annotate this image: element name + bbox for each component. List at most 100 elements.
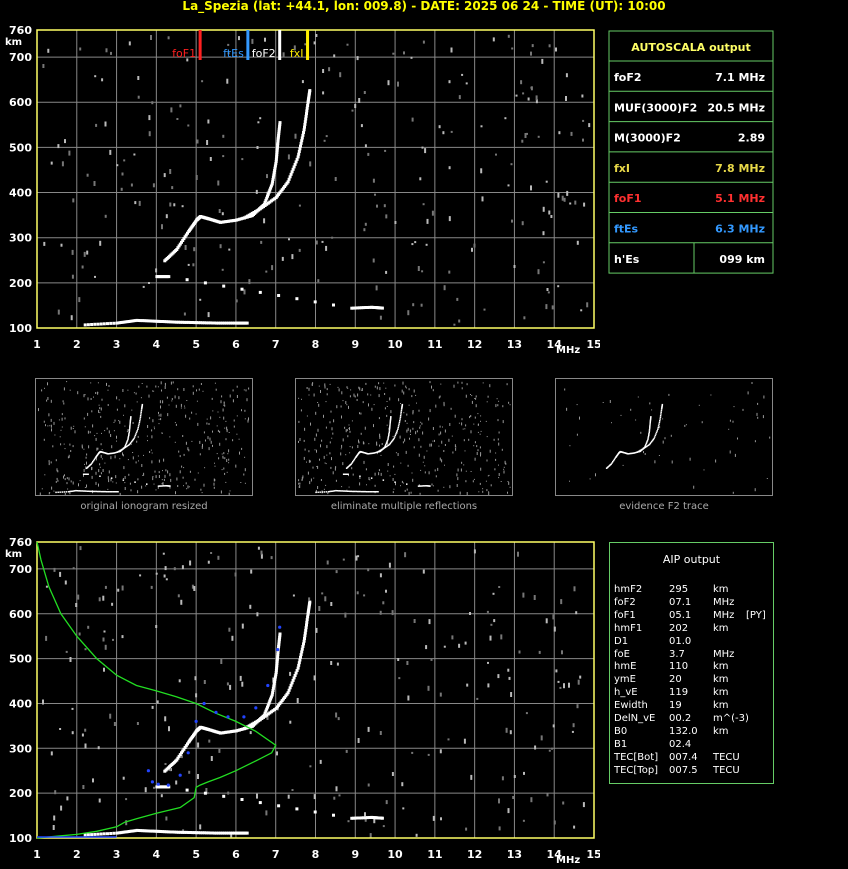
thumbnail-noise	[325, 426, 327, 429]
thumbnail-noise	[87, 397, 89, 401]
trace-point	[297, 152, 301, 156]
trace-point	[332, 813, 335, 817]
thumbnail-noise	[465, 424, 467, 427]
thumbnail-noise	[101, 449, 103, 451]
thumbnail-frame	[555, 378, 773, 496]
thumbnail-noise	[95, 437, 97, 441]
thumbnail-noise	[222, 408, 224, 412]
noise-dot	[407, 310, 410, 316]
thumbnail-trace	[395, 433, 397, 435]
noise-dot	[421, 146, 424, 149]
thumbnail-noise	[108, 430, 110, 434]
noise-dot	[385, 214, 388, 219]
trace-point	[302, 128, 306, 132]
thumbnail-trace	[397, 426, 399, 429]
noise-dot	[248, 279, 251, 285]
thumbnail-noise	[453, 384, 455, 388]
thumbnail-noise	[406, 387, 407, 389]
noise-dot	[298, 248, 301, 252]
thumbnail-noise	[98, 409, 100, 413]
thumbnail-noise	[216, 453, 218, 455]
aip-val: 007.4	[669, 751, 698, 763]
noise-dot	[256, 146, 259, 149]
thumbnail-noise	[70, 450, 72, 452]
noise-dot	[480, 125, 483, 128]
thumbnail-noise	[480, 454, 481, 457]
thumbnail-noise	[409, 429, 411, 433]
noise-dot	[385, 270, 388, 274]
noise-dot	[533, 595, 536, 600]
thumbnail-noise	[124, 487, 126, 490]
noise-dot	[282, 52, 285, 58]
thumbnail-noise	[449, 423, 451, 426]
trace-point	[299, 144, 302, 148]
thumbnail-noise	[349, 430, 351, 433]
thumbnail-noise	[324, 383, 326, 387]
thumbnail-noise	[81, 444, 83, 448]
thumbnail-noise	[485, 480, 487, 482]
fit-point	[266, 683, 270, 688]
thumbnail-noise	[182, 476, 184, 479]
thumbnail-noise	[486, 401, 488, 403]
thumbnail-trace	[393, 436, 396, 438]
thumbnail-noise	[409, 437, 410, 440]
thumbnail-noise	[177, 485, 179, 487]
thumbnail-trace	[63, 491, 65, 493]
thumbnail-noise	[498, 400, 500, 402]
noise-dot	[110, 51, 112, 55]
x-tick-label: 12	[467, 848, 482, 861]
thumbnail-noise	[197, 472, 199, 474]
thumbnail-noise	[97, 382, 99, 384]
noise-dot	[134, 201, 137, 205]
thumbnail-noise	[321, 439, 323, 442]
thumbnail-noise	[49, 425, 51, 427]
aip-name: hmF1	[614, 622, 643, 634]
noise-dot	[270, 556, 273, 560]
trace-point	[102, 832, 106, 836]
thumbnail-noise	[363, 460, 365, 464]
thumbnail-noise	[504, 460, 506, 464]
thumbnail-noise	[74, 430, 76, 434]
noise-dot	[419, 177, 422, 181]
noise-dot	[451, 635, 454, 640]
thumbnail-noise	[174, 395, 176, 399]
noise-dot	[184, 245, 187, 250]
thumbnail-trace	[159, 485, 161, 487]
thumbnail-noise	[236, 385, 238, 388]
thumbnail-noise	[416, 402, 417, 404]
thumbnail-noise	[454, 414, 456, 418]
thumbnail-noise	[392, 491, 394, 494]
thumbnail-noise	[232, 399, 234, 403]
thumbnail-noise	[171, 398, 173, 400]
thumbnail-noise	[320, 390, 321, 393]
noise-dot	[42, 699, 44, 705]
thumbnail-noise	[174, 441, 176, 443]
thumbnail-noise	[107, 476, 109, 480]
noise-dot	[227, 791, 230, 795]
y-tick-label: 760	[9, 24, 32, 37]
noise-dot	[569, 202, 572, 205]
x-tick-label: 11	[427, 848, 442, 861]
noise-dot	[217, 555, 220, 560]
thumbnail-noise	[244, 418, 246, 420]
x-tick-label: 1	[33, 848, 41, 861]
thumbnail-noise	[754, 440, 756, 443]
thumbnail-trace	[315, 491, 317, 494]
trace-point	[298, 658, 302, 662]
thumbnail-noise	[116, 435, 117, 439]
thumbnail-noise	[50, 424, 52, 428]
thumbnail-noise	[359, 482, 361, 486]
trace-point	[167, 275, 171, 279]
thumbnail-noise	[408, 404, 410, 406]
noise-dot	[265, 270, 268, 273]
noise-dot	[345, 749, 348, 753]
thumbnail-trace	[648, 428, 651, 431]
thumbnail-trace	[323, 491, 325, 493]
thumbnail-noise	[473, 478, 475, 480]
noise-dot	[525, 712, 528, 715]
noise-dot	[431, 210, 434, 216]
noise-dot	[298, 204, 301, 207]
thumbnail-noise	[151, 460, 153, 464]
thumbnail-trace	[333, 490, 336, 492]
thumbnail-noise	[244, 456, 246, 458]
